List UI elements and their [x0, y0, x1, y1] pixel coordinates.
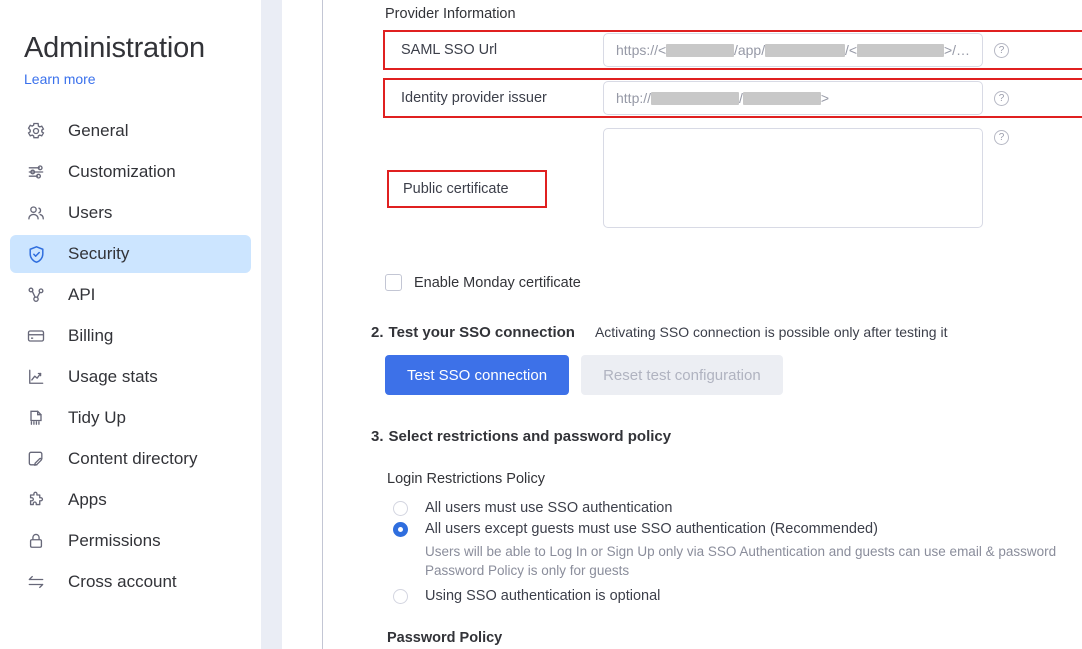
sidebar-item-label: Security [68, 244, 130, 263]
step-3-heading: 3. Select restrictions and password poli… [371, 428, 1082, 445]
step-2-number: 2. [371, 324, 384, 341]
sidebar-item-usage-stats[interactable]: Usage stats [10, 358, 251, 396]
identity-provider-issuer-input[interactable]: http:/// > [603, 81, 983, 115]
broom-icon [24, 406, 48, 430]
saml-sso-url-value-part: >/… [943, 42, 971, 58]
sidebar-item-label: Billing [68, 326, 114, 345]
step-2-buttons: Test SSO connection Reset test configura… [385, 355, 1082, 395]
sidebar-item-label: Apps [68, 490, 107, 509]
identity-provider-issuer-label: Identity provider issuer [401, 90, 547, 106]
step-2-note: Activating SSO connection is possible on… [594, 324, 948, 340]
puzzle-icon [24, 488, 48, 512]
saml-sso-url-row: SAML SSO Url https://< /app/ /< >/… ? [383, 30, 1082, 70]
redacted-block [765, 43, 845, 57]
sidebar-item-billing[interactable]: Billing [10, 317, 251, 355]
radio-label: All users must use SSO authentication [425, 500, 673, 516]
sidebar-item-api[interactable]: API [10, 276, 251, 314]
radio-option-all-users-except-guests[interactable]: All users except guests must use SSO aut… [393, 521, 1082, 537]
sidebar-item-customization[interactable]: Customization [10, 153, 251, 191]
radio-option-description: Users will be able to Log In or Sign Up … [425, 544, 1057, 578]
lock-icon [24, 529, 48, 553]
users-icon [24, 201, 48, 225]
redacted-block [857, 43, 944, 57]
radio-option-all-users-sso[interactable]: All users must use SSO authentication [393, 500, 1082, 516]
document-edit-icon [24, 447, 48, 471]
redacted-block [742, 91, 821, 105]
step-2-heading: 2. Test your SSO connection Activating S… [371, 324, 1082, 341]
issuer-value-prefix: http:// [616, 90, 652, 106]
sidebar-item-permissions[interactable]: Permissions [10, 522, 251, 560]
main-content: Provider Information SAML SSO Url https:… [323, 0, 1082, 649]
sidebar-item-label: API [68, 285, 96, 304]
sidebar-item-label: Users [68, 203, 113, 222]
sidebar-item-cross-account[interactable]: Cross account [10, 563, 251, 601]
redacted-block [651, 91, 740, 105]
help-circle-icon[interactable]: ? [994, 42, 1009, 58]
step-3-title: Select restrictions and password policy [388, 428, 672, 445]
enable-monday-certificate-label: Enable Monday certificate [414, 274, 581, 291]
saml-sso-url-label: SAML SSO Url [401, 42, 498, 58]
sidebar-item-general[interactable]: General [10, 112, 251, 150]
radio-label: All users except guests must use SSO aut… [425, 521, 878, 537]
provider-information-heading: Provider Information [385, 6, 516, 22]
radio-button-selected[interactable] [393, 521, 408, 537]
public-certificate-label: Public certificate [387, 170, 547, 208]
sidebar-item-label: Tidy Up [68, 408, 126, 427]
enable-monday-certificate-row[interactable]: Enable Monday certificate [385, 274, 1082, 291]
sidebar-item-users[interactable]: Users [10, 194, 251, 232]
login-restrictions-radio-group: All users must use SSO authentication Al… [393, 500, 1082, 604]
sliders-icon [24, 160, 48, 184]
sidebar-item-apps[interactable]: Apps [10, 481, 251, 519]
sidebar-item-label: Content directory [68, 449, 198, 468]
reset-test-configuration-button[interactable]: Reset test configuration [581, 355, 783, 395]
radio-label: Using SSO authentication is optional [425, 588, 661, 604]
content-gutter [282, 0, 322, 649]
sidebar-item-security[interactable]: Security [10, 235, 251, 273]
identity-provider-issuer-row: Identity provider issuer http:/// > ? [383, 78, 1082, 118]
sidebar-rail-divider [261, 0, 282, 649]
public-certificate-textarea[interactable] [603, 128, 983, 228]
redacted-block [666, 43, 734, 57]
saml-sso-url-value-prefix: https://< [616, 42, 667, 58]
sidebar-item-label: Cross account [68, 572, 177, 591]
help-circle-icon[interactable]: ? [994, 130, 1009, 145]
test-sso-connection-button[interactable]: Test SSO connection [385, 355, 570, 395]
sidebar-nav: General Customization Users Security API… [10, 112, 251, 601]
sidebar-item-content-directory[interactable]: Content directory [10, 440, 251, 478]
sidebar-item-tidy-up[interactable]: Tidy Up [10, 399, 251, 437]
step-3-number: 3. [371, 428, 384, 445]
public-certificate-row: Public certificate ? [385, 128, 1082, 242]
saml-sso-url-input[interactable]: https://< /app/ /< >/… [603, 33, 983, 67]
enable-monday-certificate-checkbox[interactable] [385, 274, 402, 291]
login-restrictions-policy-label: Login Restrictions Policy [387, 471, 545, 487]
sidebar-item-label: Usage stats [68, 367, 158, 386]
radio-button[interactable] [393, 500, 408, 516]
gear-icon [24, 119, 48, 143]
sidebar-item-label: Customization [68, 162, 176, 181]
saml-sso-url-value-part: /app/ [733, 42, 766, 58]
radio-option-sso-optional[interactable]: Using SSO authentication is optional [393, 588, 1082, 604]
chart-line-icon [24, 365, 48, 389]
issuer-value-part: > [820, 90, 830, 106]
transfer-arrows-icon [24, 570, 48, 594]
sidebar-item-label: General [68, 121, 129, 140]
sidebar-item-label: Permissions [68, 531, 161, 550]
help-circle-icon[interactable]: ? [994, 90, 1009, 106]
administration-page: Administration Learn more General Custom… [0, 0, 1082, 649]
password-policy-label: Password Policy [387, 630, 503, 646]
sidebar: Administration Learn more General Custom… [0, 0, 261, 649]
page-title: Administration [24, 32, 205, 64]
step-2-title: Test your SSO connection [388, 324, 575, 341]
shield-check-icon [24, 242, 48, 266]
saml-sso-url-value-part: /< [845, 42, 858, 58]
radio-button[interactable] [393, 588, 408, 604]
learn-more-link[interactable]: Learn more [10, 65, 96, 87]
credit-card-icon [24, 324, 48, 348]
api-nodes-icon [24, 283, 48, 307]
